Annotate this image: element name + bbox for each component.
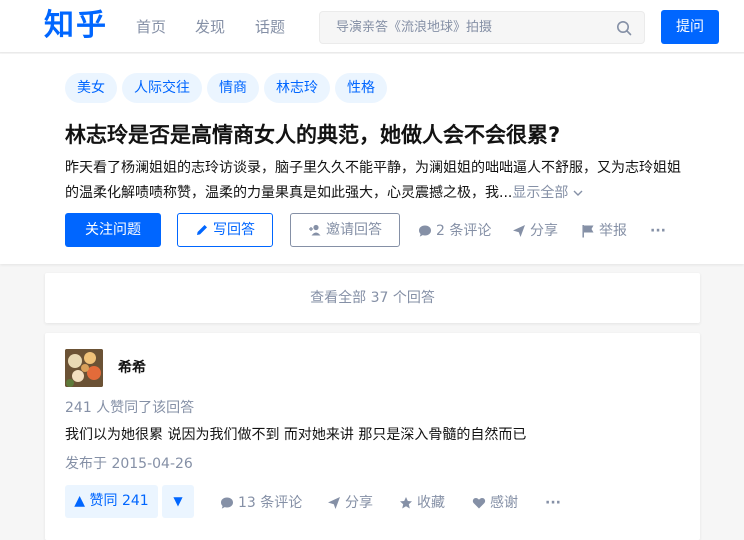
zhihu-logo[interactable]: 知乎 [44, 6, 108, 46]
voters-count[interactable]: 241 人赞同了该回答 [65, 398, 194, 418]
pencil-icon [197, 225, 207, 235]
description-line: 的温柔化解啧啧称赞，温柔的力量果真是如此强大，心灵震撼之极，我...显示全部 [65, 181, 730, 206]
answer-more-button[interactable]: ··· [545, 494, 561, 512]
thanks-button[interactable]: 感谢 [472, 494, 518, 512]
more-options-button[interactable]: ··· [650, 222, 666, 240]
description-line: 昨天看了杨澜姐姐的志玲访谈录，脑子里久久不能平静，为澜姐姐的咄咄逼人不舒服，又为… [65, 160, 681, 176]
view-all-answers-button[interactable]: 查看全部 37 个回答 [45, 273, 700, 323]
share-label: 分享 [345, 495, 373, 511]
search-icon[interactable] [616, 20, 632, 36]
publish-date[interactable]: 发布于 2015-04-26 [65, 454, 193, 474]
topic-tag[interactable]: 性格 [335, 73, 387, 103]
downvote-button[interactable]: ▼ [162, 485, 194, 518]
report-label: 举报 [599, 223, 627, 239]
nav-home[interactable]: 首页 [136, 16, 166, 38]
question-comments-button[interactable]: 2 条评论 [418, 222, 491, 240]
add-user-icon [309, 224, 321, 236]
question-share-button[interactable]: 分享 [512, 222, 558, 240]
flowers-image [65, 349, 103, 387]
search-input[interactable]: 导演亲答《流浪地球》拍摄 [319, 11, 645, 44]
comment-icon [419, 225, 431, 237]
author-name[interactable]: 希希 [118, 359, 146, 377]
topic-tag[interactable]: 人际交往 [122, 73, 202, 103]
top-header: 知乎 首页 发现 话题 导演亲答《流浪地球》拍摄 提问 [0, 0, 744, 53]
share-icon [328, 497, 340, 509]
invite-answer-label: 邀请回答 [326, 222, 382, 238]
thanks-label: 感谢 [490, 495, 518, 511]
question-card: 美女 人际交往 情商 林志玲 性格 林志玲是否是高情商女人的典范，她做人会不会很… [0, 54, 744, 264]
answer-comments-button[interactable]: 13 条评论 [220, 494, 302, 512]
star-icon [400, 497, 412, 509]
search-placeholder: 导演亲答《流浪地球》拍摄 [336, 20, 493, 35]
heart-icon [472, 498, 486, 509]
write-answer-button[interactable]: 写回答 [177, 213, 273, 247]
description-text: 的温柔化解啧啧称赞，温柔的力量果真是如此强大，心灵震撼之极，我... [65, 185, 513, 201]
answer-content[interactable]: 我们以为她很累 说因为我们做不到 而对她来讲 那只是深入骨髓的自然而已 [65, 424, 526, 446]
nav-topics[interactable]: 话题 [255, 16, 285, 38]
ask-button[interactable]: 提问 [661, 10, 719, 44]
question-title[interactable]: 林志玲是否是高情商女人的典范，她做人会不会很累? [65, 120, 560, 150]
invite-answer-button[interactable]: 邀请回答 [290, 213, 400, 247]
answer-card: 希希 241 人赞同了该回答 我们以为她很累 说因为我们做不到 而对她来讲 那只… [45, 333, 700, 540]
report-button[interactable]: 举报 [581, 222, 627, 240]
comment-icon [221, 497, 233, 509]
topic-tag[interactable]: 情商 [207, 73, 259, 103]
question-description: 昨天看了杨澜姐姐的志玲访谈录，脑子里久久不能平静，为澜姐姐的咄咄逼人不舒服，又为… [65, 156, 730, 206]
flag-icon [582, 225, 594, 238]
collect-button[interactable]: 收藏 [399, 494, 445, 512]
share-icon [513, 225, 525, 237]
nav-explore[interactable]: 发现 [195, 16, 225, 38]
collect-label: 收藏 [417, 495, 445, 511]
follow-question-button[interactable]: 关注问题 [65, 213, 161, 247]
upvote-button[interactable]: ▲ 赞同 241 [65, 485, 158, 518]
topic-tag[interactable]: 林志玲 [264, 73, 330, 103]
write-answer-label: 写回答 [213, 222, 255, 238]
show-all-link[interactable]: 显示全部 [512, 185, 583, 201]
share-label: 分享 [530, 223, 558, 239]
comments-label: 13 条评论 [238, 495, 303, 511]
comments-label: 2 条评论 [436, 223, 492, 239]
chevron-down-icon [573, 190, 583, 196]
answer-share-button[interactable]: 分享 [327, 494, 373, 512]
topic-tag[interactable]: 美女 [65, 73, 117, 103]
avatar[interactable] [65, 349, 103, 387]
